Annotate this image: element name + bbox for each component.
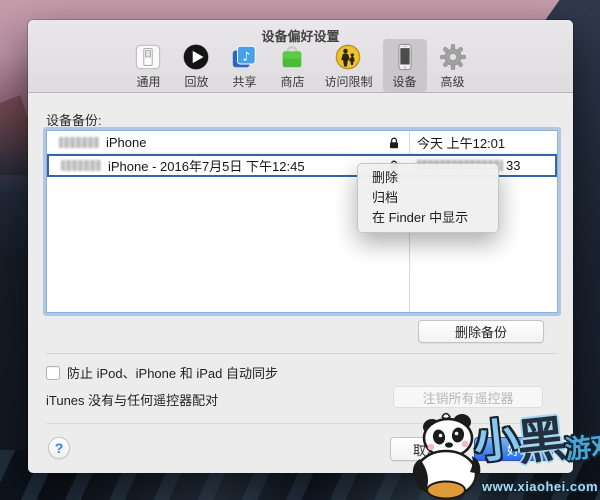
prevent-sync-checkbox[interactable] xyxy=(46,366,60,380)
watermark-url: www.xiaohei.com xyxy=(482,479,598,494)
backup-name-cell: iPhone xyxy=(47,132,409,153)
general-switch-icon xyxy=(133,42,163,72)
tab-store[interactable]: 商店 xyxy=(270,39,314,92)
backup-name: iPhone - 2016年7月5日 下午12:45 xyxy=(108,156,305,175)
redacted-device-name xyxy=(61,160,101,171)
menu-item-show-in-finder[interactable]: 在 Finder 中显示 xyxy=(358,208,498,228)
tab-store-label: 商店 xyxy=(280,73,304,90)
menu-item-delete[interactable]: 删除 xyxy=(358,168,498,188)
tab-restrictions-label: 访问限制 xyxy=(324,73,372,90)
delete-backup-button[interactable]: 删除备份 xyxy=(418,320,544,343)
tab-devices-selected[interactable]: 设备 xyxy=(383,39,427,92)
tab-restrictions[interactable]: 访问限制 xyxy=(318,39,378,92)
prevent-sync-row: 防止 iPod、iPhone 和 iPad 自动同步 xyxy=(46,363,278,382)
device-backups-label: 设备备份: xyxy=(46,110,102,129)
lock-icon xyxy=(389,137,399,149)
tab-advanced-label: 高级 xyxy=(440,73,464,90)
redacted-device-name xyxy=(59,137,99,148)
tab-playback[interactable]: 回放 xyxy=(174,39,218,92)
watermark-brand: 小 黑 游戏 xyxy=(472,406,600,474)
menu-item-archive[interactable]: 归档 xyxy=(358,188,498,208)
iphone-device-icon xyxy=(390,42,420,72)
xiaohei-watermark: 小 黑 游戏 www.xiaohei.com xyxy=(398,405,600,500)
playback-play-icon xyxy=(181,42,211,72)
svg-text:♪: ♪ xyxy=(243,49,251,63)
watermark-brand-char2: 黑 xyxy=(515,415,569,469)
backup-context-menu: 删除 归档 在 Finder 中显示 xyxy=(357,163,499,233)
tab-devices-label: 设备 xyxy=(392,73,416,90)
tab-general[interactable]: 通用 xyxy=(126,39,170,92)
backup-date-cell: 今天 上午12:01 xyxy=(409,132,557,153)
store-bag-icon xyxy=(277,42,307,72)
watermark-brand-char1: 小 xyxy=(472,416,521,465)
separator xyxy=(46,353,557,354)
watermark-brand-suffix: 游戏 xyxy=(564,432,600,463)
backup-name-cell: iPhone - 2016年7月5日 下午12:45 xyxy=(49,156,409,175)
sharing-icon: ♪ xyxy=(229,42,259,72)
help-button[interactable]: ? xyxy=(48,437,70,459)
tab-advanced[interactable]: 高级 xyxy=(431,39,475,92)
tab-sharing[interactable]: ♪ 共享 xyxy=(222,39,266,92)
tab-sharing-label: 共享 xyxy=(232,73,256,90)
gear-icon xyxy=(438,42,468,72)
parental-restrictions-icon xyxy=(333,42,363,72)
tab-general-label: 通用 xyxy=(136,73,160,90)
backup-name: iPhone xyxy=(106,135,146,150)
tab-playback-label: 回放 xyxy=(184,73,208,90)
preferences-toolbar: 通用 回放 ♪ 共享 商店 xyxy=(28,42,573,92)
window-header: 设备偏好设置 通用 回放 ♪ 共享 xyxy=(28,20,573,93)
backup-row-iphone[interactable]: iPhone 今天 上午12:01 xyxy=(47,132,557,154)
prevent-sync-label: 防止 iPod、iPhone 和 iPad 自动同步 xyxy=(67,363,278,382)
backup-date: 今天 上午12:01 xyxy=(417,133,505,152)
backup-date-visible: 33 xyxy=(506,158,520,173)
remotes-status-text: iTunes 没有与任何遥控器配对 xyxy=(46,390,218,409)
